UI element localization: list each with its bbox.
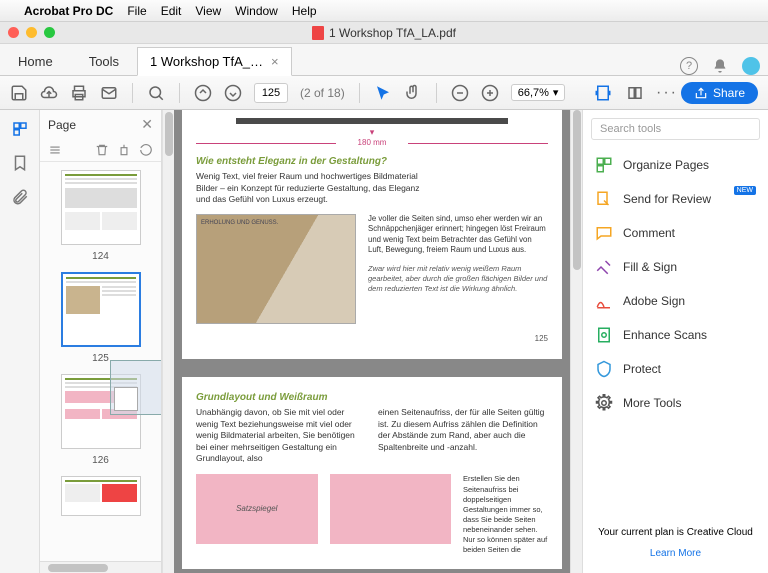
tab-home[interactable]: Home [0,47,71,75]
main-area: Page ✕ 124 125 [0,110,768,573]
thumb-options-icon[interactable] [48,143,62,157]
doc-col-right: einen Seitenaufriss, der für alle Seiten… [378,407,548,464]
nav-rail [0,110,40,573]
page-count-label: (2 of 18) [300,86,345,100]
thumbnails-toolbar [40,139,161,162]
more-menu-icon[interactable]: ··· [658,84,676,102]
bookmarks-rail-icon[interactable] [11,154,29,172]
pinkbox-satzspiegel: Satzspiegel [196,474,318,544]
hand-tool-icon[interactable] [404,84,422,102]
primary-tabs: Home Tools 1 Workshop TfA_… × ? [0,44,768,76]
thumb-label-125: 125 [92,353,109,364]
main-toolbar: (2 of 18) 66,7%▾ ··· Share [0,76,768,110]
doc-col-right-2: Erstellen Sie den Seitenaufriss bei dopp… [463,474,548,555]
doc-page-126: Grundlayout und Weißraum Unabhängig davo… [182,377,562,570]
thumbnails-list[interactable]: 124 125 126 [40,162,161,561]
next-page-icon[interactable] [224,84,242,102]
menu-file[interactable]: File [127,4,146,18]
doc-intro-text: Wenig Text, viel freier Raum und hochwer… [196,171,436,205]
undo-icon[interactable] [139,143,153,157]
zoom-out-icon[interactable] [451,84,469,102]
rotate-page-icon[interactable] [117,143,131,157]
doc-page-125: ▾ 180 mm Wie entsteht Eleganz in der Ges… [182,110,562,359]
print-icon[interactable] [70,84,88,102]
doc-side-text-1: Je voller die Seiten sind, umso eher wer… [368,214,548,256]
tool-protect[interactable]: Protect [583,352,768,386]
save-cloud-icon[interactable] [40,84,58,102]
document-tab-label: 1 Workshop TfA_… [150,54,263,69]
thumbnails-header: Page [48,118,76,132]
zoom-level-select[interactable]: 66,7%▾ [511,84,566,101]
tool-send-review[interactable]: NEW Send for Review [583,182,768,216]
tool-organize-pages[interactable]: Organize Pages [583,148,768,182]
learn-more-link[interactable]: Learn More [593,548,758,559]
tool-comment[interactable]: Comment [583,216,768,250]
thumbnails-rail-icon[interactable] [11,120,29,138]
thumbnails-panel: Page ✕ 124 125 [40,110,162,573]
right-tools-panel: Search tools Organize Pages NEW Send for… [582,110,768,573]
tab-tools[interactable]: Tools [71,47,137,75]
doc-col-left: Unabhängig davon, ob Sie mit viel oder w… [196,407,366,464]
help-icon[interactable]: ? [680,57,698,75]
find-icon[interactable] [147,84,165,102]
select-tool-icon[interactable] [374,84,392,102]
email-icon[interactable] [100,84,118,102]
thumbnail-page-127[interactable] [61,476,141,516]
page-number-input[interactable] [254,83,288,103]
fullscreen-window-button[interactable] [44,27,55,38]
doc-side-text-2: Zwar wird hier mit relativ wenig weißem … [368,264,548,294]
thumbnail-page-125[interactable] [61,272,141,347]
drag-ghost-thumbnail [110,360,161,415]
doc-image-spa: ERHOLUNG UND GENUSS. [196,214,356,324]
tool-more-tools[interactable]: More Tools [583,386,768,420]
tool-enhance-scans[interactable]: Enhance Scans [583,318,768,352]
notifications-icon[interactable] [712,58,728,74]
new-badge: NEW [734,186,756,195]
pinkbox-2 [330,474,452,544]
zoom-in-icon[interactable] [481,84,499,102]
share-button[interactable]: Share [681,82,758,104]
search-tools-input[interactable]: Search tools [591,118,760,140]
doc-page-number: 125 [196,334,548,345]
close-window-button[interactable] [8,27,19,38]
menu-help[interactable]: Help [292,4,317,18]
minimize-window-button[interactable] [26,27,37,38]
tool-fill-sign[interactable]: Fill & Sign [583,250,768,284]
close-thumbnails-button[interactable]: ✕ [141,116,153,133]
pdf-file-icon [312,26,324,40]
macos-menubar: Acrobat Pro DC File Edit View Window Hel… [0,0,768,22]
doc-heading-1: Wie entsteht Eleganz in der Gestaltung? [196,155,548,169]
menu-edit[interactable]: Edit [161,4,182,18]
attachments-rail-icon[interactable] [11,188,29,206]
thumbs-v-scrollbar[interactable] [162,110,174,573]
viewer-v-scrollbar[interactable] [570,110,582,573]
thumbnail-page-124[interactable] [61,170,141,245]
doc-heading-2: Grundlayout und Weißraum [196,391,548,405]
thumb-label-124: 124 [92,251,109,262]
thumb-label-126: 126 [92,455,109,466]
menu-view[interactable]: View [195,4,221,18]
save-icon[interactable] [10,84,28,102]
menu-window[interactable]: Window [235,4,278,18]
thumbs-h-scrollbar[interactable] [40,561,161,573]
tool-adobe-sign[interactable]: Adobe Sign [583,284,768,318]
window-titlebar: 1 Workshop TfA_LA.pdf [0,22,768,44]
document-viewer[interactable]: ▾ 180 mm Wie entsteht Eleganz in der Ges… [174,110,570,573]
document-tab[interactable]: 1 Workshop TfA_… × [137,47,292,76]
fit-width-icon[interactable] [594,84,612,102]
app-name-menu[interactable]: Acrobat Pro DC [24,4,113,18]
user-avatar[interactable] [742,57,760,75]
close-tab-button[interactable]: × [271,54,279,69]
prev-page-icon[interactable] [194,84,212,102]
plan-label: Your current plan is Creative Cloud [593,527,758,538]
delete-page-icon[interactable] [95,143,109,157]
window-title: 1 Workshop TfA_LA.pdf [329,26,456,40]
dimension-ruler: 180 mm [196,138,548,149]
page-display-icon[interactable] [626,84,644,102]
